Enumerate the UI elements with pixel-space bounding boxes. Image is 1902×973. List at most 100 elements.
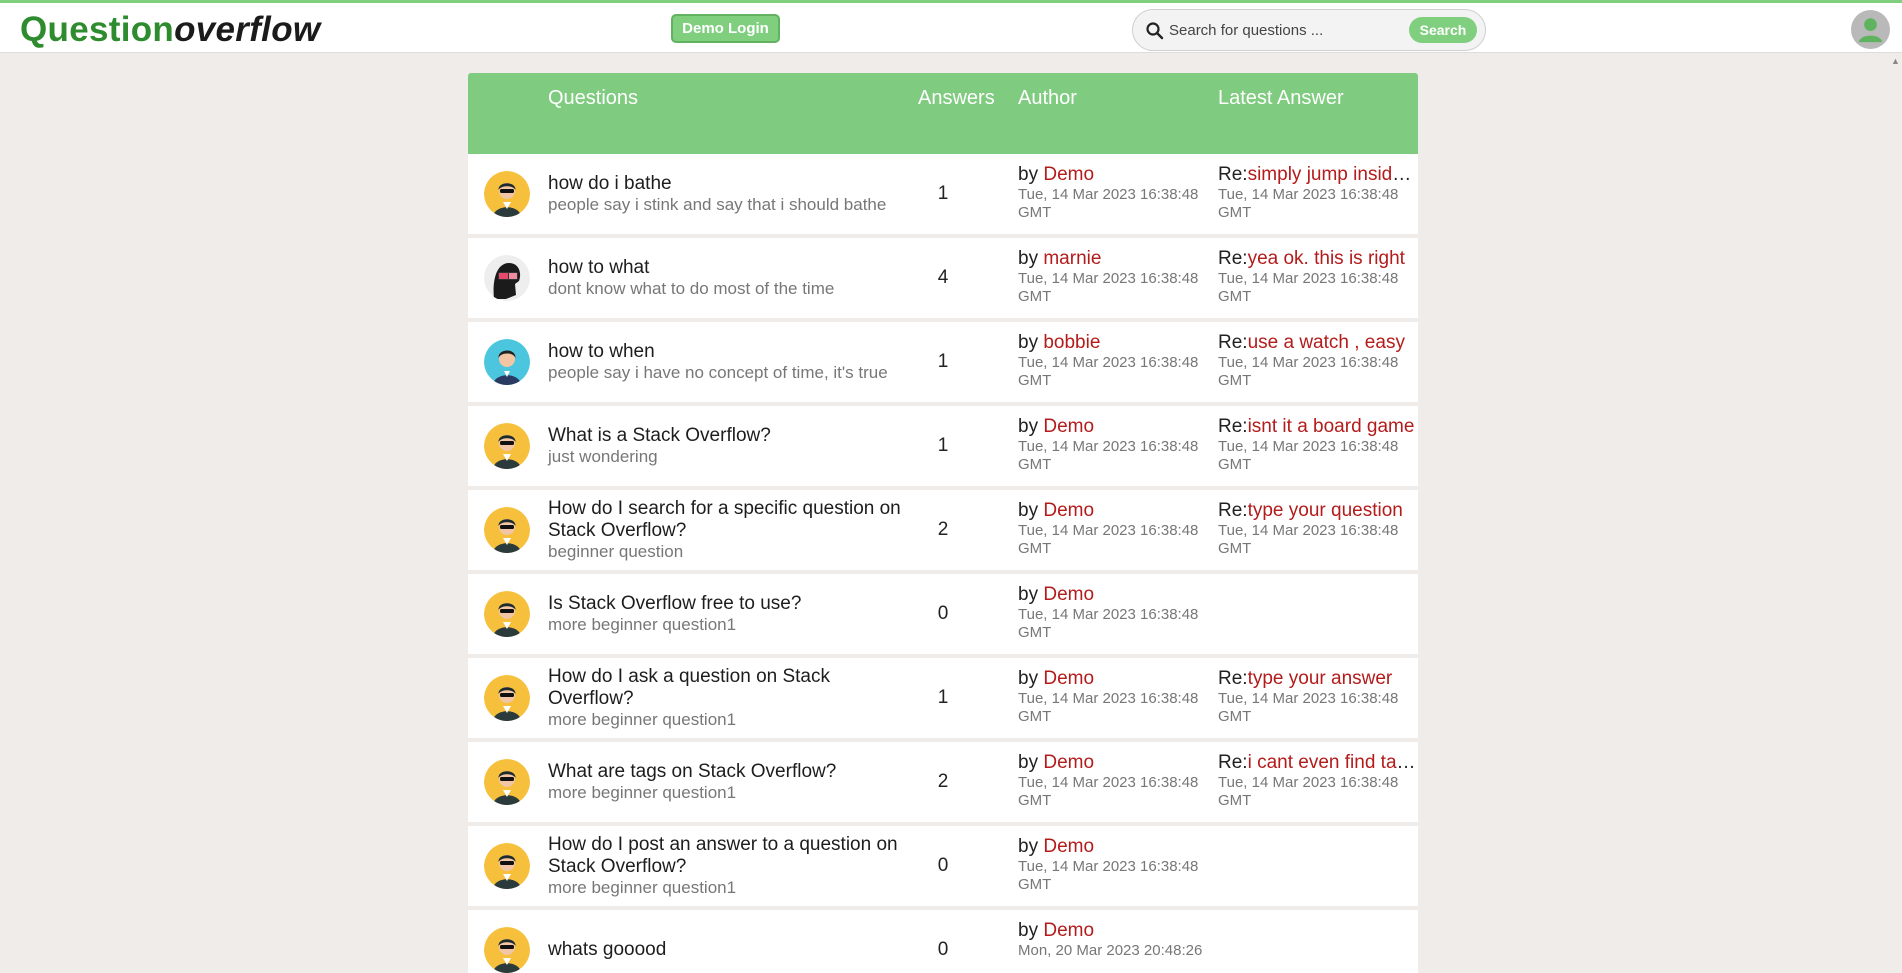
latest-answer-link[interactable]: i cant even find tags (1248, 753, 1416, 773)
question-title[interactable]: whats gooood (548, 939, 918, 961)
table-row[interactable]: What is a Stack Overflow? just wondering 1… (468, 406, 1418, 486)
table-row[interactable]: Is Stack Overflow free to use? more begin… (468, 574, 1418, 654)
question-description: people say i have no concept of time, it… (548, 363, 888, 382)
header-questions: Questions (548, 87, 639, 109)
questions-table: Questions Answers Author Latest Answer h… (468, 73, 1418, 973)
question-cell: How do I search for a specific question … (548, 490, 918, 570)
logo-overflow: overflow (174, 10, 321, 49)
question-date: Tue, 14 Mar 2023 16:38:48 GMT (1018, 186, 1199, 221)
question-title[interactable]: What are tags on Stack Overflow? (548, 761, 918, 783)
latest-answer-date: Tue, 14 Mar 2023 16:38:48 GMT (1218, 522, 1399, 557)
search-bar: Search (1132, 9, 1486, 51)
by-prefix: by (1018, 584, 1044, 605)
author-cell: by marnie Tue, 14 Mar 2023 16:38:48 GMT (1018, 249, 1208, 306)
user-profile-icon[interactable] (1851, 10, 1890, 49)
latest-answer-date: Tue, 14 Mar 2023 16:38:48 GMT (1218, 438, 1399, 473)
logo-question: Question (20, 10, 175, 49)
latest-answer-link[interactable]: type your answer (1248, 669, 1393, 689)
latest-answer-link[interactable]: isnt it a board game (1248, 417, 1415, 437)
author-cell: by Demo Tue, 14 Mar 2023 16:38:48 GMT (1018, 165, 1208, 222)
question-date: Tue, 14 Mar 2023 16:38:48 GMT (1018, 858, 1199, 893)
demo-login-button[interactable]: Demo Login (671, 14, 780, 43)
latest-answer-link[interactable]: yea ok. this is right (1248, 249, 1405, 269)
latest-answer-link[interactable]: simply jump inside the shower (1248, 165, 1416, 185)
author-cell: by Demo Tue, 14 Mar 2023 16:38:48 GMT (1018, 501, 1208, 558)
author-avatar (484, 759, 530, 805)
question-date: Tue, 14 Mar 2023 16:38:48 GMT (1018, 606, 1199, 641)
author-link[interactable]: Demo (1043, 920, 1094, 941)
latest-answer-link[interactable]: type your question (1248, 501, 1403, 521)
latest-answer-cell: Re:type your answer Tue, 14 Mar 2023 16:3… (1218, 669, 1416, 726)
author-link[interactable]: Demo (1043, 752, 1094, 773)
scrollbar-up-arrow[interactable]: ▲ (1891, 56, 1900, 66)
by-prefix: by (1018, 668, 1044, 689)
author-avatar (484, 591, 530, 637)
table-row[interactable]: how to what dont know what to do most of … (468, 238, 1418, 318)
table-row[interactable]: What are tags on Stack Overflow? more beg… (468, 742, 1418, 822)
author-avatar (484, 675, 530, 721)
question-description: more beginner question1 (548, 783, 737, 802)
question-title[interactable]: how do i bathe (548, 173, 918, 195)
by-prefix: by (1018, 920, 1044, 941)
author-avatar (484, 507, 530, 553)
author-avatar (484, 255, 530, 301)
table-row[interactable]: whats gooood 0 by Demo Mon, 20 Mar 2023 20:… (468, 910, 1418, 973)
question-cell: how to what dont know what to do most of … (548, 238, 918, 318)
search-input[interactable] (1169, 18, 1404, 42)
search-button[interactable]: Search (1409, 17, 1477, 43)
app-logo[interactable]: Questionoverflow (20, 10, 320, 50)
author-avatar (484, 171, 530, 217)
latest-answer-cell: Re:i cant even find tags Tue, 14 Mar 2023… (1218, 753, 1416, 810)
author-link[interactable]: Demo (1043, 668, 1094, 689)
question-title[interactable]: How do I ask a question on Stack Overflo… (548, 666, 918, 710)
latest-answer-date: Tue, 14 Mar 2023 16:38:48 GMT (1218, 774, 1399, 809)
table-header: Questions Answers Author Latest Answer (468, 73, 1418, 154)
table-row[interactable]: How do I post an answer to a question on… (468, 826, 1418, 906)
question-title[interactable]: How do I post an answer to a question on… (548, 834, 918, 878)
question-title[interactable]: How do I search for a specific question … (548, 498, 918, 542)
author-byline: by Demo (1018, 417, 1208, 437)
question-cell: How do I post an answer to a question on… (548, 826, 918, 906)
author-link[interactable]: marnie (1043, 248, 1101, 269)
author-link[interactable]: Demo (1043, 500, 1094, 521)
table-row[interactable]: how do i bathe people say i stink and say… (468, 154, 1418, 234)
question-cell: whats gooood (548, 910, 918, 973)
question-cell: How do I ask a question on Stack Overflo… (548, 658, 918, 738)
author-link[interactable]: bobbie (1043, 332, 1100, 353)
latest-answer-line: Re:type your question (1218, 501, 1416, 521)
question-title[interactable]: how to when (548, 341, 918, 363)
question-title[interactable]: What is a Stack Overflow? (548, 425, 918, 447)
author-avatar (484, 927, 530, 973)
answer-count: 0 (937, 603, 949, 624)
question-title[interactable]: Is Stack Overflow free to use? (548, 593, 918, 615)
author-link[interactable]: Demo (1043, 836, 1094, 857)
answer-count: 0 (937, 939, 949, 960)
author-cell: by Demo Tue, 14 Mar 2023 16:38:48 GMT (1018, 669, 1208, 726)
question-description: dont know what to do most of the time (548, 279, 835, 298)
latest-answer-line: Re:isnt it a board game (1218, 417, 1416, 437)
latest-answer-cell: Re:isnt it a board game Tue, 14 Mar 2023 … (1218, 417, 1416, 474)
answer-count: 2 (937, 519, 949, 540)
author-cell: by Demo Tue, 14 Mar 2023 16:38:48 GMT (1018, 837, 1208, 894)
latest-answer-line: Re:yea ok. this is right (1218, 249, 1416, 269)
author-link[interactable]: Demo (1043, 416, 1094, 437)
table-row[interactable]: how to when people say i have no concept … (468, 322, 1418, 402)
table-row[interactable]: How do I ask a question on Stack Overflo… (468, 658, 1418, 738)
table-row[interactable]: How do I search for a specific question … (468, 490, 1418, 570)
answer-count: 1 (937, 183, 949, 204)
question-date: Tue, 14 Mar 2023 16:38:48 GMT (1018, 354, 1199, 389)
author-byline: by bobbie (1018, 333, 1208, 353)
question-date: Tue, 14 Mar 2023 16:38:48 GMT (1018, 774, 1199, 809)
author-link[interactable]: Demo (1043, 164, 1094, 185)
latest-answer-link[interactable]: use a watch , easy (1248, 333, 1405, 353)
question-title[interactable]: how to what (548, 257, 918, 279)
question-date: Mon, 20 Mar 2023 20:48:26 (1018, 942, 1203, 959)
author-byline: by Demo (1018, 753, 1208, 773)
latest-answer-line: Re:i cant even find tags (1218, 753, 1416, 773)
re-prefix: Re: (1218, 249, 1248, 269)
author-avatar (484, 843, 530, 889)
re-prefix: Re: (1218, 165, 1248, 185)
question-description: beginner question (548, 542, 684, 561)
top-navbar: Questionoverflow Demo Login Search (0, 0, 1902, 53)
author-link[interactable]: Demo (1043, 584, 1094, 605)
